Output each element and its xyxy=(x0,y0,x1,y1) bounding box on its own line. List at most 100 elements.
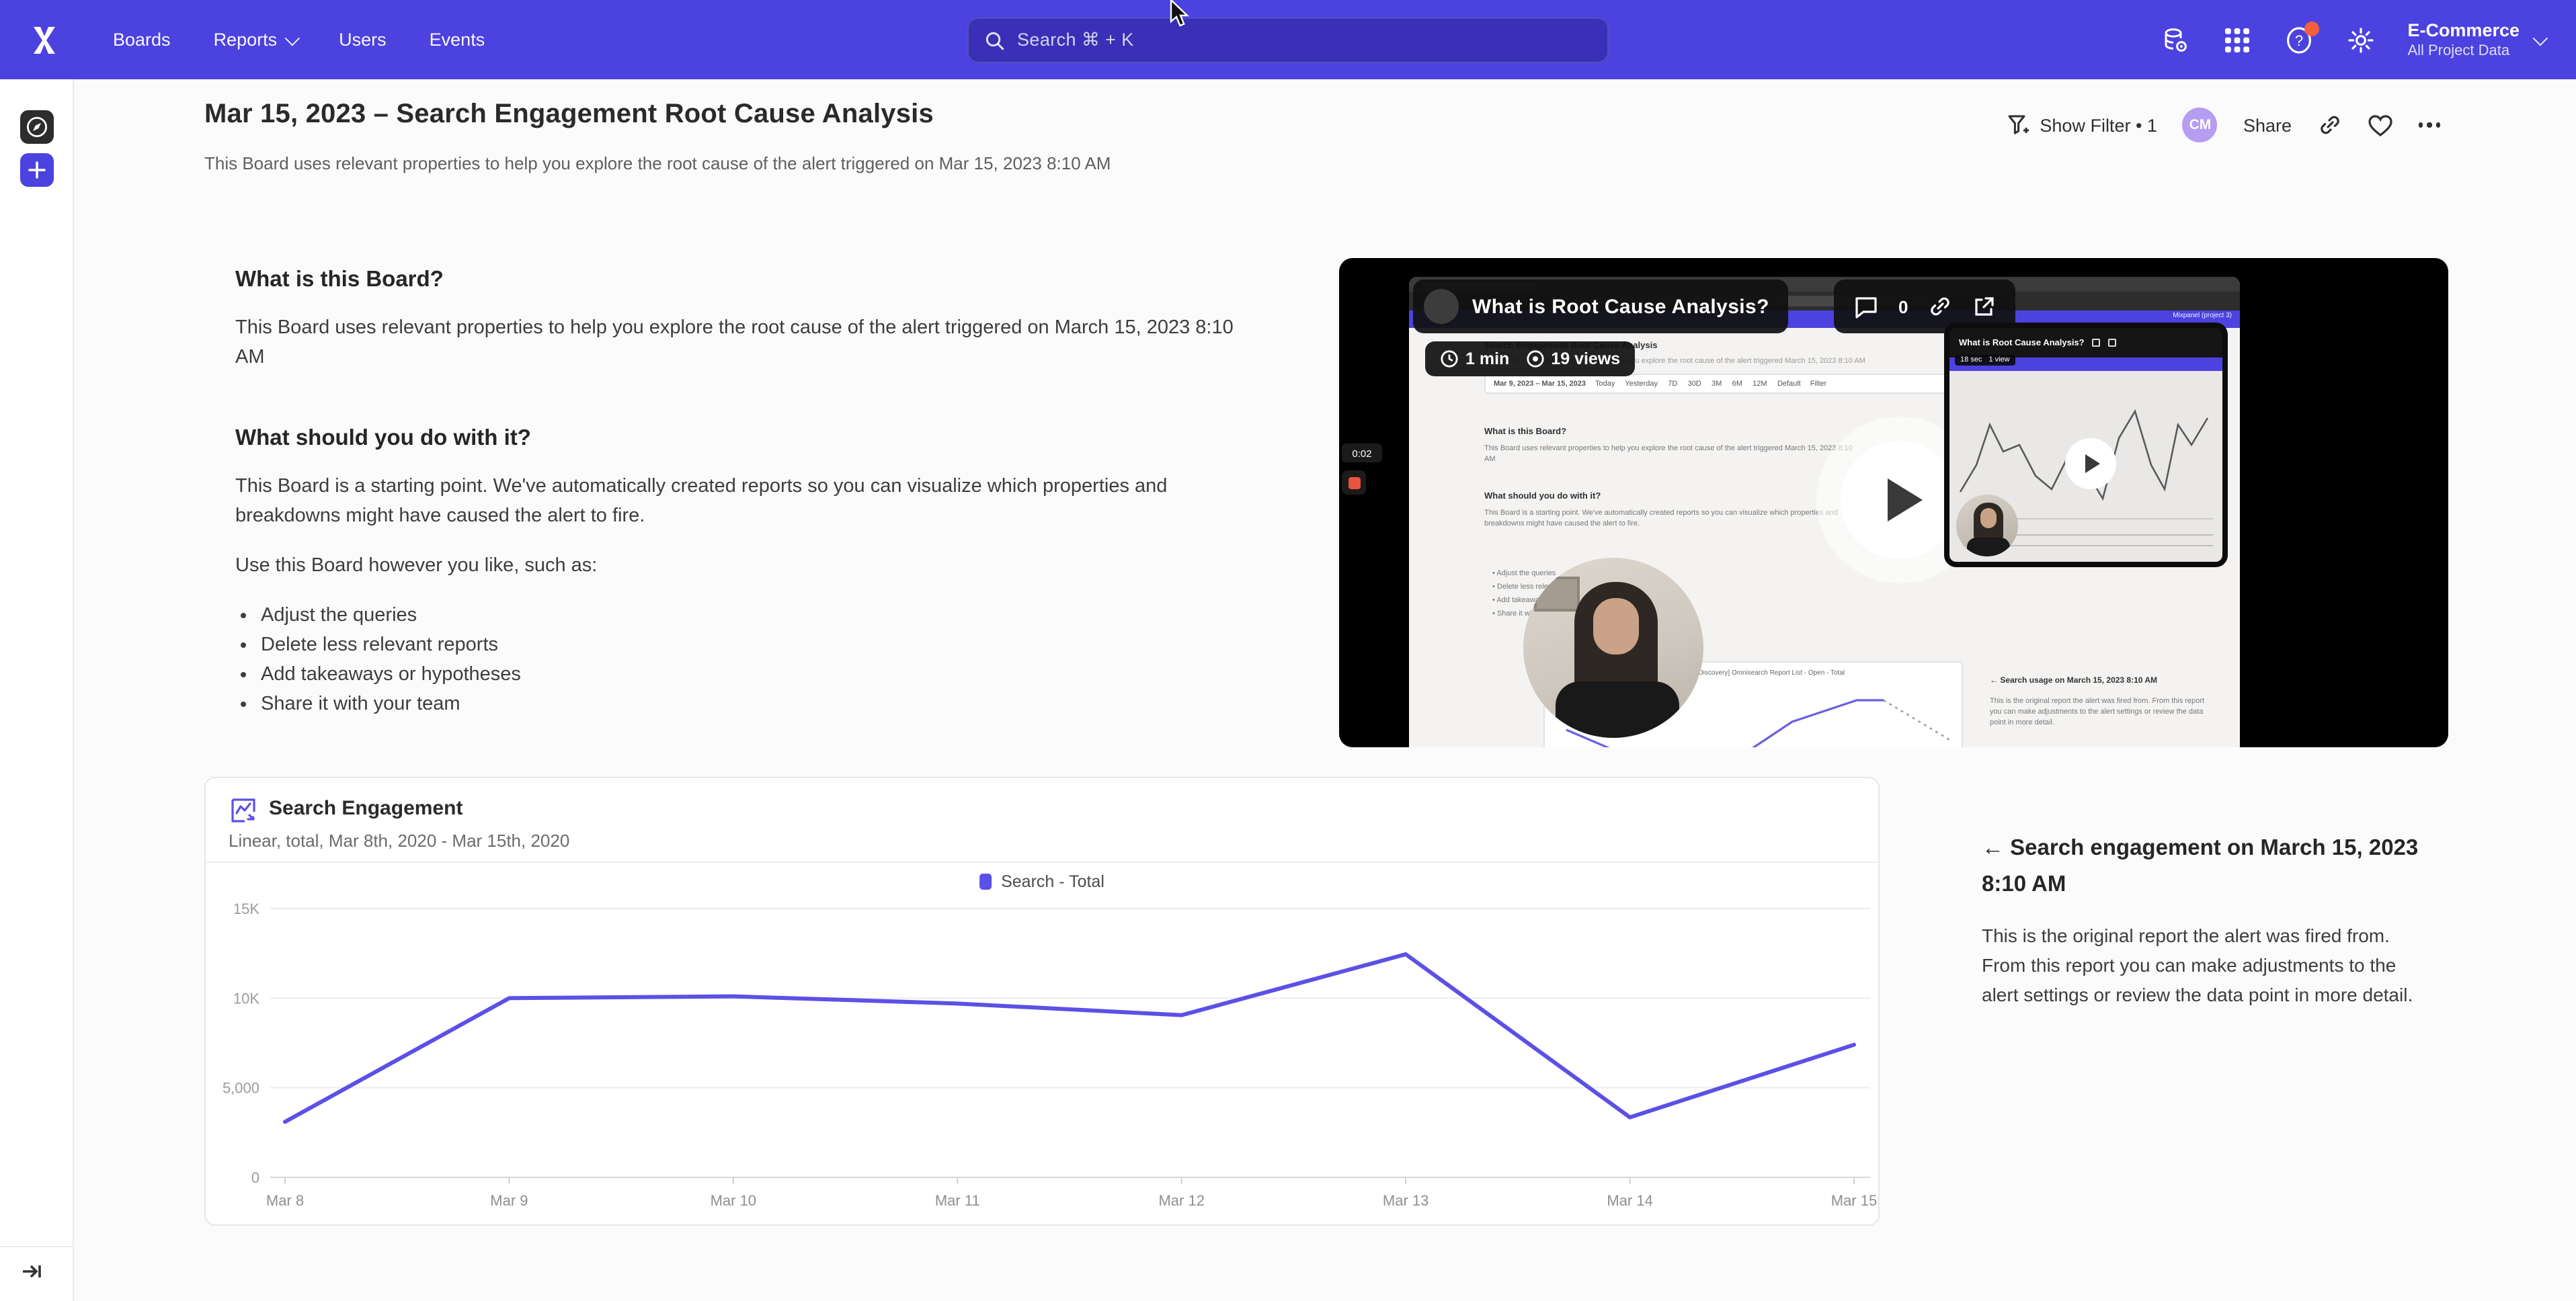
list-item: Delete less relevant reports xyxy=(261,630,1250,660)
new-board-button[interactable] xyxy=(20,153,54,187)
svg-text:Mar 9: Mar 9 xyxy=(490,1192,528,1209)
presenter-webcam xyxy=(1523,558,1703,738)
chevron-down-icon xyxy=(285,30,300,46)
suggestion-list: Adjust the queries Delete less relevant … xyxy=(235,601,1250,719)
notification-dot xyxy=(2304,21,2319,36)
mini-heading: What should you do with it? xyxy=(1484,492,1601,501)
annotation-block: ← Search engagement on March 15, 2023 8:… xyxy=(1982,831,2433,1009)
nested-views: 1 view xyxy=(1988,356,2009,364)
nested-video-title-bar: What is Root Cause Analysis? xyxy=(1949,328,2222,358)
project-name: E-Commerce xyxy=(2407,20,2520,43)
video-duration: 1 min xyxy=(1465,349,1509,368)
svg-text:Mar 14: Mar 14 xyxy=(1607,1192,1652,1209)
list-item: Share it with your team xyxy=(261,689,1250,719)
svg-text:Mar 13: Mar 13 xyxy=(1383,1192,1428,1209)
mini-annotation-heading: ← Search usage on March 15, 2023 8:10 AM xyxy=(1990,677,2226,685)
copy-link-button[interactable] xyxy=(2317,113,2341,137)
nav-right-group: ? E-Commerce All Project Data xyxy=(2160,0,2544,79)
mini-annotation-body: This is the original report the alert wa… xyxy=(1990,696,2216,728)
nav-item-label: Events xyxy=(430,30,485,50)
line-chart-icon xyxy=(230,797,257,824)
user-avatar[interactable]: CM xyxy=(2183,108,2218,142)
section-heading: What is this Board? xyxy=(235,267,1250,293)
show-filter-button[interactable]: Show Filter • 1 xyxy=(2007,114,2157,136)
video-player[interactable]: Mixpanel (project 3) Search Engagement R… xyxy=(1339,258,2448,747)
settings-gear-icon[interactable] xyxy=(2345,25,2375,54)
section-heading: What should you do with it? xyxy=(235,426,1250,452)
mini-heading: What is this Board? xyxy=(1484,427,1566,437)
svg-text:Mar 15: Mar 15 xyxy=(1831,1192,1877,1209)
mixpanel-logo-icon[interactable] xyxy=(27,22,62,57)
discover-boards-button[interactable] xyxy=(20,110,54,144)
expand-arrow-icon xyxy=(22,1262,43,1281)
more-menu-button[interactable] xyxy=(2418,123,2440,128)
list-item: Adjust the queries xyxy=(261,601,1250,630)
svg-text:Mar 11: Mar 11 xyxy=(935,1192,980,1209)
nested-webcam xyxy=(1956,495,2018,556)
play-button[interactable] xyxy=(1841,441,1959,559)
report-subtitle: Linear, total, Mar 8th, 2020 - Mar 15th,… xyxy=(229,831,569,851)
nested-mini-nav: 18 sec 1 view xyxy=(1949,358,2222,371)
legend-label: Search - Total xyxy=(1001,872,1104,891)
comment-icon xyxy=(2093,339,2101,347)
nested-video-window: What is Root Cause Analysis? 18 sec 1 vie… xyxy=(1944,323,2228,567)
annotation-body: This is the original report the alert wa… xyxy=(1982,921,2433,1009)
nav-item-events[interactable]: Events xyxy=(430,30,485,50)
share-label: Share xyxy=(2243,115,2292,135)
video-meta-bar: 1 min 19 views xyxy=(1425,341,1635,376)
nested-duration: 18 sec xyxy=(1960,356,1982,364)
nav-item-boards[interactable]: Boards xyxy=(113,30,171,50)
link-icon xyxy=(2317,113,2341,137)
nav-item-reports[interactable]: Reports xyxy=(214,30,296,50)
record-button[interactable] xyxy=(1342,470,1366,495)
mouse-cursor xyxy=(1168,0,1191,30)
presenter-avatar xyxy=(1424,289,1459,324)
nested-play-button[interactable] xyxy=(2065,438,2116,489)
svg-text:?: ? xyxy=(2294,32,2302,48)
favorite-button[interactable] xyxy=(2367,114,2392,136)
nav-item-label: Reports xyxy=(214,30,278,50)
link-icon[interactable] xyxy=(1928,294,1952,319)
search-icon xyxy=(985,30,1005,50)
svg-text:Mar 10: Mar 10 xyxy=(711,1192,756,1209)
nav-links: Boards Reports Users Events xyxy=(113,30,485,50)
expand-sidebar-button[interactable] xyxy=(22,1262,43,1281)
show-filter-label: Show Filter • 1 xyxy=(2040,115,2157,135)
app-window: Boards Reports Users Events Search ⌘ + K… xyxy=(0,0,2576,1301)
filter-funnel-icon xyxy=(2007,114,2030,136)
report-title[interactable]: Search Engagement xyxy=(269,797,462,820)
svg-text:5,000: 5,000 xyxy=(223,1080,259,1097)
svg-text:15K: 15K xyxy=(233,900,259,917)
nav-item-label: Users xyxy=(339,30,387,50)
plus-icon xyxy=(28,161,46,179)
share-button[interactable]: Share xyxy=(2243,115,2292,135)
intro-text-block: What is this Board? This Board uses rele… xyxy=(235,267,1250,719)
mini-date-bar: Mar 9, 2023 – Mar 15, 2023 Today Yesterd… xyxy=(1484,374,1984,394)
open-external-icon[interactable] xyxy=(1972,295,1995,318)
svg-text:10K: 10K xyxy=(233,990,259,1007)
ellipsis-icon xyxy=(2418,123,2440,128)
comment-count: 0 xyxy=(1898,296,1908,317)
search-input[interactable]: Search ⌘ + K xyxy=(967,17,1609,63)
comment-icon[interactable] xyxy=(1854,295,1878,318)
chart-legend: Search - Total xyxy=(979,872,1104,891)
project-selector[interactable]: E-Commerce All Project Data xyxy=(2407,20,2544,59)
data-management-icon[interactable] xyxy=(2160,25,2189,54)
link-icon xyxy=(2109,339,2117,347)
svg-text:Mar 12: Mar 12 xyxy=(1158,1192,1204,1209)
report-card-search-engagement[interactable]: Search Engagement Linear, total, Mar 8th… xyxy=(204,777,1880,1226)
apps-grid-icon[interactable] xyxy=(2222,25,2251,54)
annotation-heading: ← Search engagement on March 15, 2023 8:… xyxy=(1982,831,2433,903)
list-item: Add takeaways or hypotheses xyxy=(261,660,1250,689)
board-actions: Show Filter • 1 CM Share xyxy=(2007,108,2440,142)
nested-chart-area xyxy=(1949,371,2222,562)
section-body: This Board uses relevant properties to h… xyxy=(235,313,1250,372)
left-rail xyxy=(0,79,74,1301)
nav-item-users[interactable]: Users xyxy=(339,30,387,50)
clock-icon xyxy=(1440,349,1459,368)
engagement-chart-svg: 05,00010K15KMar 8Mar 9Mar 10Mar 11Mar 12… xyxy=(206,862,1881,1227)
help-icon[interactable]: ? xyxy=(2284,25,2313,54)
video-title: What is Root Cause Analysis? xyxy=(1472,295,1769,318)
nav-item-label: Boards xyxy=(113,30,171,50)
video-views: 19 views xyxy=(1551,349,1620,368)
